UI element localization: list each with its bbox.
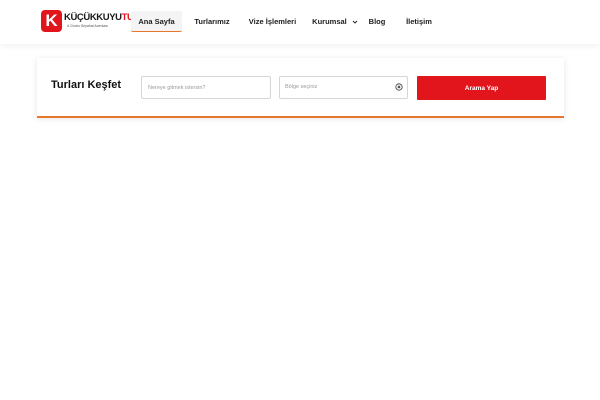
brand-logo[interactable]: K KÜÇÜKKUYUTUR A Grubu Seyahat Acentası xyxy=(41,10,140,32)
site-header: K KÜÇÜKKUYUTUR A Grubu Seyahat Acentası … xyxy=(0,0,600,44)
nav-item-label: Turlarımız xyxy=(194,17,230,26)
nav-item-label: Vize İşlemleri xyxy=(248,17,297,26)
region-select-placeholder: Bölge seçiniz xyxy=(285,84,318,90)
nav-item-kurumsal[interactable]: Kurumsal xyxy=(311,11,359,32)
nav-item-iletisim[interactable]: İletişim xyxy=(403,11,435,32)
circle-x-icon xyxy=(395,83,403,91)
logo-wordmark: KÜÇÜKKUYUTUR xyxy=(64,12,140,23)
region-select[interactable]: Bölge seçiniz xyxy=(279,76,408,99)
nav-item-blog[interactable]: Blog xyxy=(364,11,390,32)
destination-input[interactable] xyxy=(141,76,271,99)
search-title: Turları Keşfet xyxy=(51,79,122,91)
nav-item-turlarimiz[interactable]: Turlarımız xyxy=(189,11,235,32)
tour-search-card: Turları Keşfet Bölge seçiniz Arama Yap xyxy=(37,58,564,118)
chevron-down-icon xyxy=(352,20,358,24)
logo-name-main: KÜÇÜKKUYU xyxy=(64,12,122,23)
nav-item-label: Kurumsal xyxy=(312,17,347,26)
nav-item-label: Blog xyxy=(368,17,386,26)
nav-item-vize-islemleri[interactable]: Vize İşlemleri xyxy=(244,11,301,32)
logo-tagline: A Grubu Seyahat Acentası xyxy=(67,24,109,28)
nav-item-ana-sayfa[interactable]: Ana Sayfa xyxy=(131,11,182,32)
nav-item-label: Ana Sayfa xyxy=(138,17,175,26)
logo-mark: K xyxy=(41,10,62,32)
search-button[interactable]: Arama Yap xyxy=(417,76,546,100)
nav-item-label: İletişim xyxy=(406,17,432,26)
